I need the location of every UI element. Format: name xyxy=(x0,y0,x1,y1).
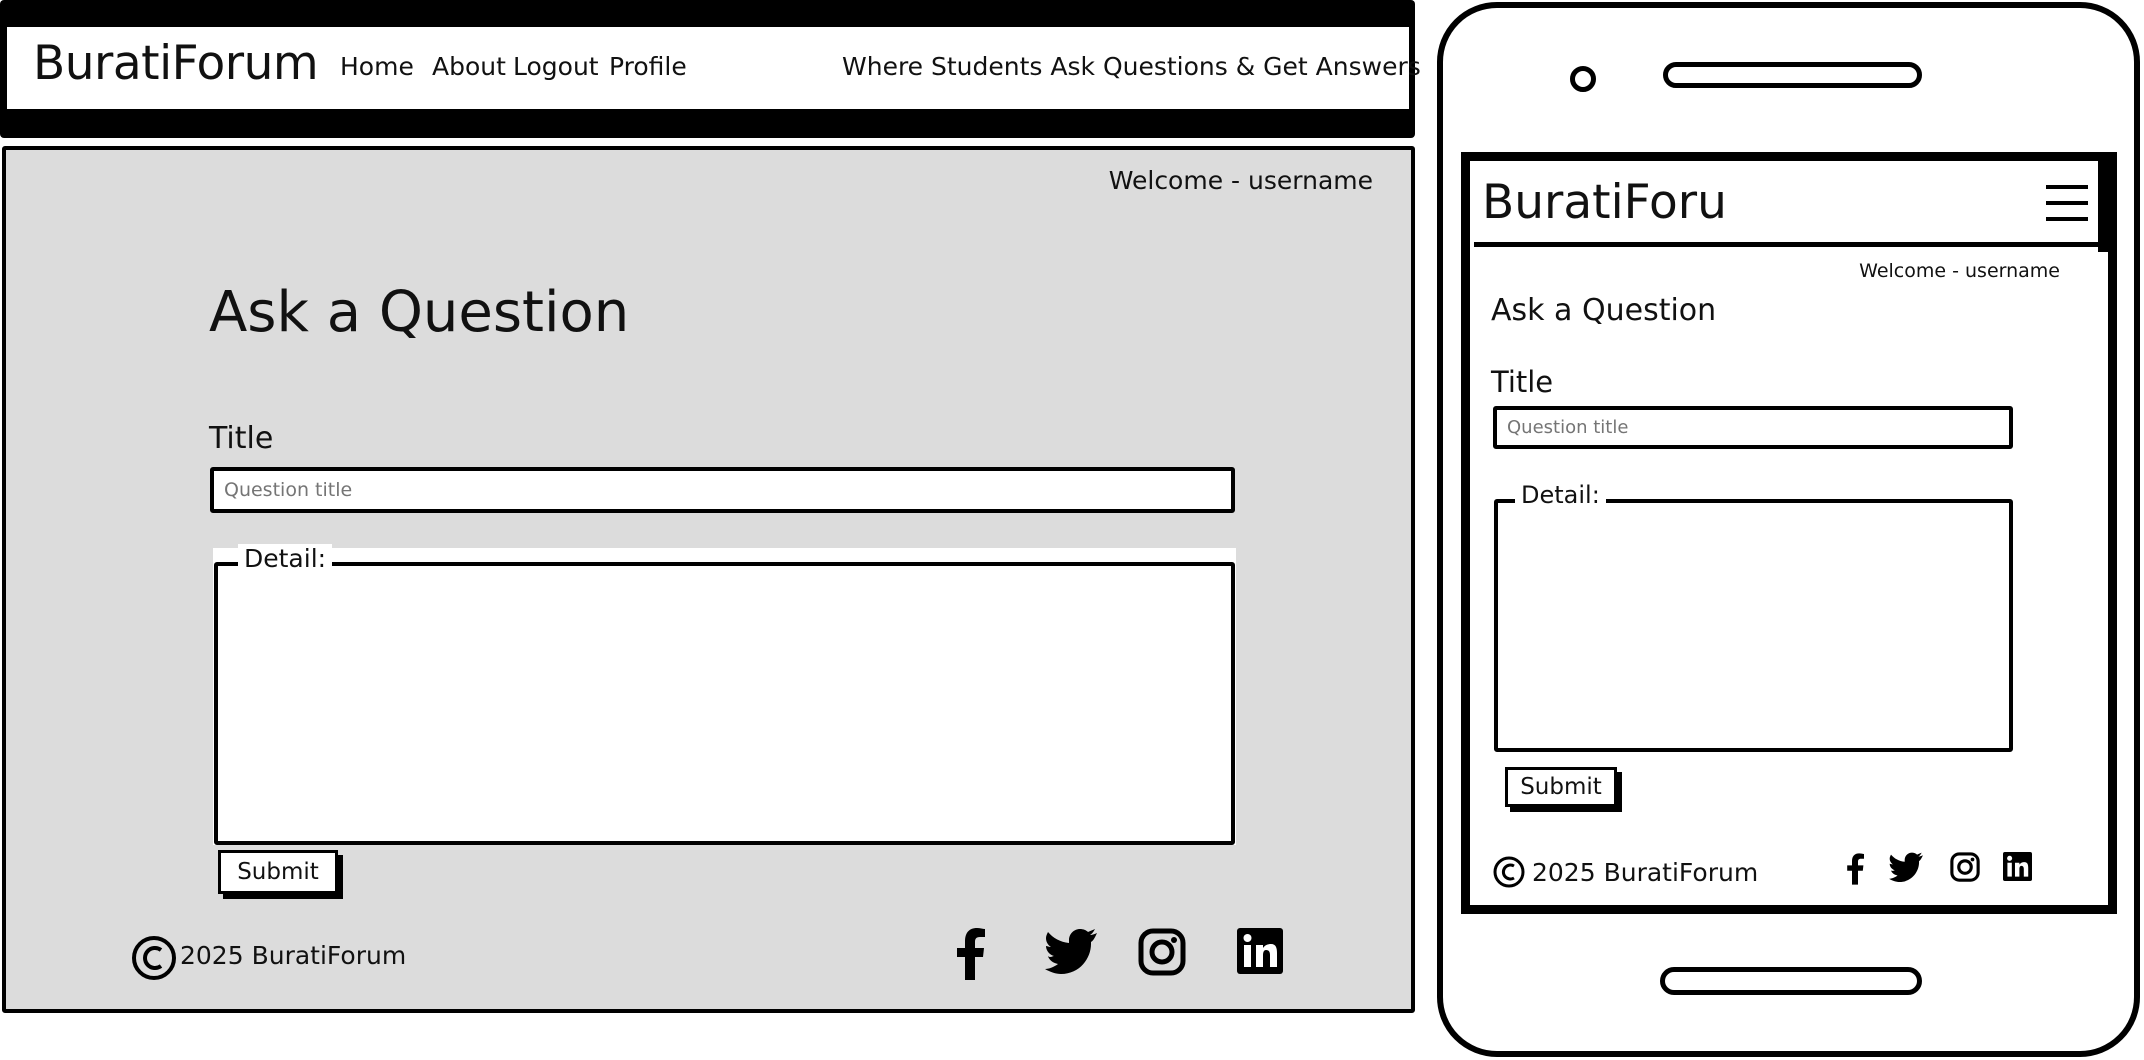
site-logo[interactable]: BuratiForum xyxy=(33,36,319,91)
nav-about[interactable]: About xyxy=(432,52,506,81)
linkedin-icon[interactable] xyxy=(1237,928,1283,974)
nav-logout[interactable]: Logout xyxy=(513,52,599,81)
copyright-text: 2025 BuratiForum xyxy=(180,941,407,970)
instagram-icon[interactable] xyxy=(1138,928,1186,976)
welcome-text: Welcome - username xyxy=(1108,166,1373,195)
phone-camera xyxy=(1570,66,1596,92)
site-tagline: Where Students Ask Questions & Get Answe… xyxy=(842,52,1421,81)
title-label: Title xyxy=(209,421,274,456)
page-title: Ask a Question xyxy=(209,280,630,345)
mobile-title-input[interactable] xyxy=(1493,406,2013,449)
phone-home-bar xyxy=(1660,967,1922,995)
phone-header-edge xyxy=(2098,160,2116,252)
phone-speaker xyxy=(1663,62,1922,88)
title-input[interactable] xyxy=(210,467,1235,513)
detail-textarea[interactable] xyxy=(214,562,1235,845)
mobile-title-label: Title xyxy=(1491,365,1554,399)
mobile-welcome-text: Welcome - username xyxy=(1859,260,2060,282)
mobile-copyright-icon xyxy=(1493,856,1525,888)
facebook-icon[interactable] xyxy=(950,928,990,980)
mobile-copyright-text: 2025 BuratiForum xyxy=(1532,858,1759,887)
nav-profile[interactable]: Profile xyxy=(609,52,687,81)
hamburger-menu-icon[interactable] xyxy=(2046,185,2088,225)
detail-label: Detail: xyxy=(238,544,333,573)
mobile-twitter-icon[interactable] xyxy=(1889,852,1923,882)
mobile-detail-label: Detail: xyxy=(1515,481,1606,509)
copyright-icon xyxy=(132,936,176,980)
mobile-site-logo[interactable]: BuratiForu xyxy=(1482,175,1727,230)
mobile-page-title: Ask a Question xyxy=(1491,293,1717,328)
submit-button[interactable]: Submit xyxy=(218,850,338,894)
mobile-facebook-icon[interactable] xyxy=(1843,852,1867,886)
twitter-icon[interactable] xyxy=(1045,928,1097,974)
mobile-submit-button[interactable]: Submit xyxy=(1505,767,1617,807)
mobile-linkedin-icon[interactable] xyxy=(2003,852,2032,881)
mobile-detail-textarea[interactable] xyxy=(1494,499,2013,752)
mobile-instagram-icon[interactable] xyxy=(1950,852,1980,882)
nav-home[interactable]: Home xyxy=(340,52,414,81)
